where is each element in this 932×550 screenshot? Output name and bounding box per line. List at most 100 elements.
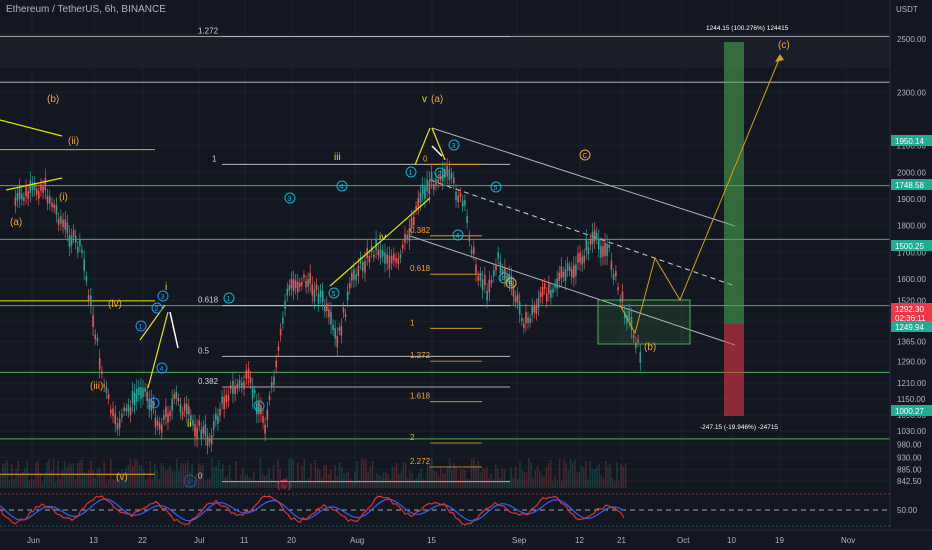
volume-bar xyxy=(2,464,4,488)
candle-body xyxy=(595,232,598,239)
volume-bar xyxy=(574,459,576,488)
candle-body xyxy=(410,217,413,228)
candle-body xyxy=(346,291,349,301)
time-axis-tick: 12 xyxy=(575,536,584,545)
candle-body xyxy=(107,394,110,399)
candle-body xyxy=(202,426,205,434)
candle-body xyxy=(399,254,402,259)
volume-bar xyxy=(547,463,550,488)
candle-body xyxy=(479,273,482,281)
volume-bar xyxy=(554,475,556,488)
wave-label: (iii) xyxy=(90,381,103,392)
candle-body xyxy=(16,193,19,201)
candle-body xyxy=(577,253,579,263)
volume-bar xyxy=(466,478,468,488)
volume-bar xyxy=(26,460,28,488)
volume-bar xyxy=(556,480,559,488)
time-axis-tick: Jul xyxy=(194,536,204,545)
volume-bar xyxy=(543,476,545,488)
volume-bar xyxy=(492,479,495,488)
volume-bar xyxy=(149,460,152,488)
candle-body xyxy=(268,395,271,401)
candle-body xyxy=(393,253,395,261)
volume-bar xyxy=(110,458,112,488)
candle-body xyxy=(167,413,169,423)
wave-count-label: v xyxy=(187,477,191,486)
volume-bar xyxy=(156,470,158,488)
candle-body xyxy=(90,295,92,306)
wave-count-label: B xyxy=(509,281,514,288)
volume-bar xyxy=(145,480,147,488)
candle-body xyxy=(273,376,275,385)
price-axis-tick: 885.00 xyxy=(897,466,922,475)
volume-bar xyxy=(424,479,427,488)
candle-body xyxy=(566,263,569,271)
candle-body xyxy=(18,187,21,200)
volume-bar xyxy=(244,475,246,488)
candle-body xyxy=(292,279,295,291)
volume-bar xyxy=(204,481,207,488)
volume-bar xyxy=(173,470,176,488)
volume-bar xyxy=(598,463,600,488)
candle-body xyxy=(424,186,426,199)
volume-bar xyxy=(367,471,369,488)
candle-body xyxy=(200,429,203,439)
candle-body xyxy=(305,281,307,288)
volume-bar xyxy=(407,478,409,488)
volume-bar xyxy=(578,472,581,488)
candle-body xyxy=(441,170,444,182)
wave-count-label: iv xyxy=(281,482,287,491)
wave-count-label: 5 xyxy=(494,185,498,192)
candle-body xyxy=(173,394,176,399)
volume-bar xyxy=(169,464,171,488)
volume-bar xyxy=(550,459,552,488)
candle-body xyxy=(138,387,140,396)
volume-bar xyxy=(576,472,578,488)
time-axis-tick: Aug xyxy=(350,536,364,545)
candle-body xyxy=(619,298,622,303)
volume-bar xyxy=(567,470,570,488)
candle-body xyxy=(554,283,556,288)
fib-ratio-right-label: 2 xyxy=(410,433,415,442)
price-chart[interactable]: 1.27210.6180.50.382000.3820.61811.2721.6… xyxy=(0,0,932,550)
volume-bar xyxy=(19,473,22,488)
candle-body xyxy=(192,420,194,426)
price-axis-tick: 842.50 xyxy=(897,477,922,486)
candle-body xyxy=(573,265,575,278)
candle-body xyxy=(344,313,347,317)
candle-body xyxy=(539,292,542,298)
volume-bar xyxy=(415,478,418,488)
volume-bar xyxy=(398,473,400,488)
candle-body xyxy=(579,252,581,263)
candle-body xyxy=(589,239,592,245)
candle-body xyxy=(279,329,282,336)
candle-body xyxy=(516,294,519,303)
volume-bar xyxy=(510,467,512,488)
wave-count-label: 2 xyxy=(257,404,261,411)
candle-body xyxy=(457,195,460,203)
candle-body xyxy=(319,290,322,298)
volume-bar xyxy=(0,473,2,488)
candle-body xyxy=(175,391,178,400)
volume-bar xyxy=(521,470,523,488)
volume-bar xyxy=(488,478,490,488)
volume-bar xyxy=(356,461,358,488)
wave-count-label: 4 xyxy=(340,184,344,191)
volume-bar xyxy=(88,469,90,488)
candle-body xyxy=(156,420,159,426)
volume-bar xyxy=(6,459,9,488)
candle-body xyxy=(583,255,586,263)
volume-bar xyxy=(409,470,411,488)
candle-body xyxy=(140,386,142,400)
currency-label: USDT xyxy=(896,5,918,14)
volume-bar xyxy=(402,462,405,488)
candle-body xyxy=(87,295,90,301)
candle-body xyxy=(286,288,289,296)
candle-body xyxy=(514,296,517,303)
volume-bar xyxy=(61,469,64,488)
wave-count-label: 5 xyxy=(152,401,156,408)
candle-body xyxy=(133,392,136,406)
volume-bar xyxy=(167,468,169,488)
volume-bar xyxy=(220,468,222,488)
candle-body xyxy=(450,173,453,179)
